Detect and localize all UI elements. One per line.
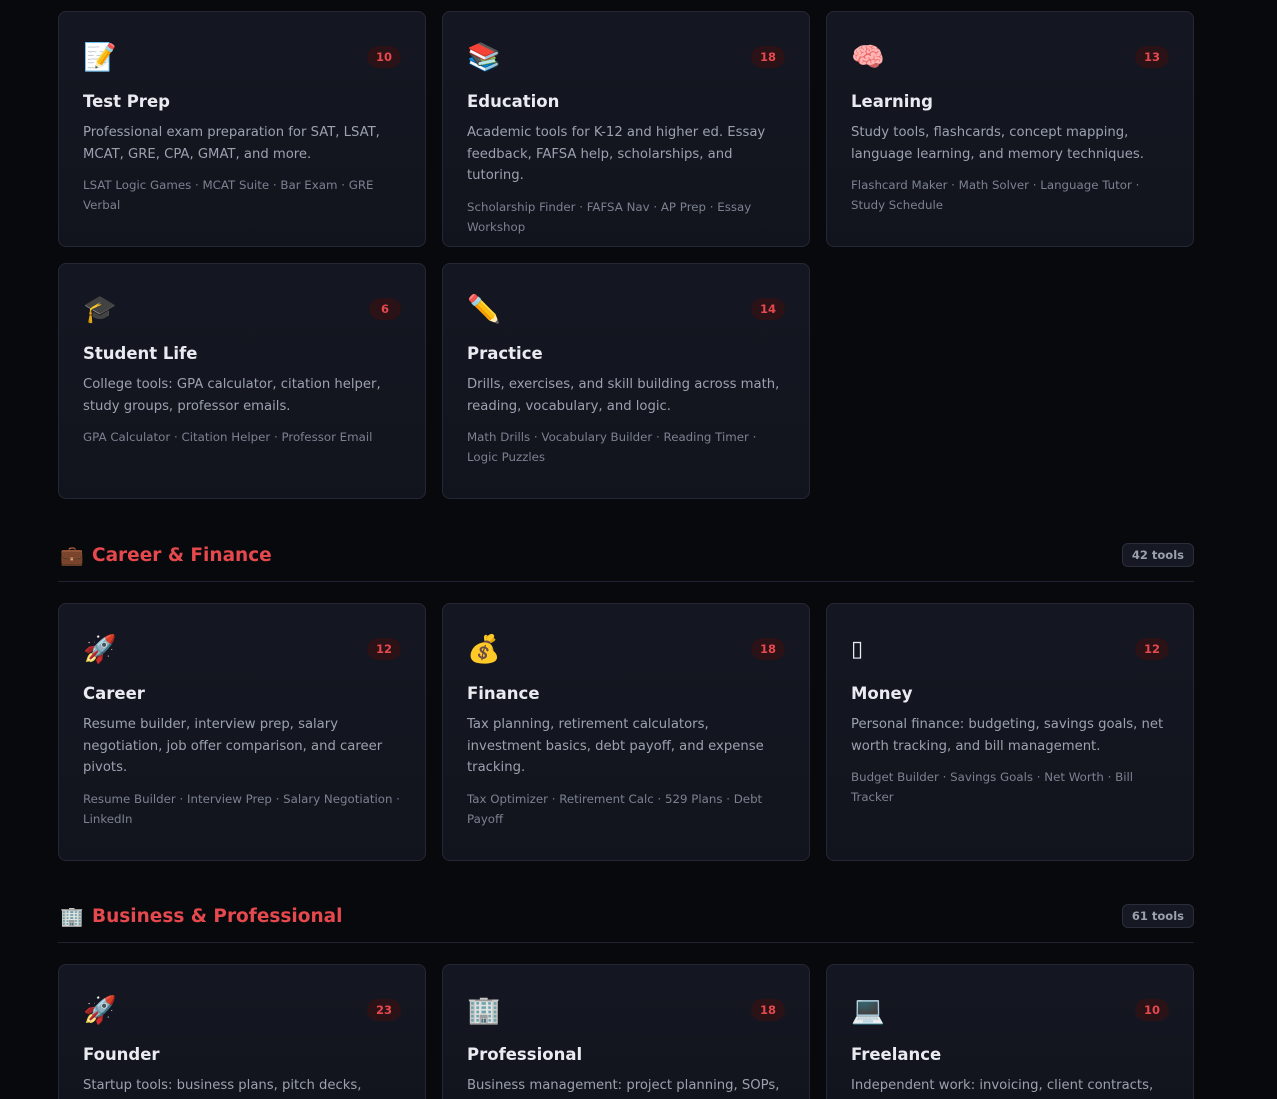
card-description: College tools: GPA calculator, citation … xyxy=(83,377,381,414)
section-tool-count: 42 tools xyxy=(1121,543,1194,567)
office-building-icon: 🏢 xyxy=(60,906,84,928)
card-description: Independent work: invoicing, client cont… xyxy=(851,1078,1154,1093)
section-header-business-professional: 🏢 Business & Professional 61 tools xyxy=(58,903,1194,943)
section-tool-count: 61 tools xyxy=(1121,904,1194,928)
card-description: Resume builder, interview prep, salary n… xyxy=(83,717,383,775)
card-title: Education xyxy=(467,92,560,111)
card-title: Practice xyxy=(467,344,543,363)
card-title: Freelance xyxy=(851,1045,942,1064)
card-title: Founder xyxy=(83,1045,160,1064)
graduation-cap-icon: 🎓 xyxy=(83,294,117,325)
tool-count-badge: 18 xyxy=(750,46,785,68)
brain-icon: 🧠 xyxy=(851,42,885,73)
tool-count-badge: 13 xyxy=(1134,46,1169,68)
card-career[interactable]: 🚀 12 Career Resume builder, interview pr… xyxy=(58,603,426,861)
section-3-grid: 🚀 23 Founder Startup tools: business pla… xyxy=(58,964,1194,1099)
card-description: Academic tools for K-12 and higher ed. E… xyxy=(467,125,766,183)
section-1-grid: 📝 10 Test Prep Professional exam prepara… xyxy=(58,11,1194,499)
tool-count-badge: 12 xyxy=(1134,638,1169,660)
card-description: Startup tools: business plans, pitch dec… xyxy=(83,1078,362,1093)
card-title: Finance xyxy=(467,684,540,703)
card-learning[interactable]: 🧠 13 Learning Study tools, flashcards, c… xyxy=(826,11,1194,247)
card-title: Student Life xyxy=(83,344,198,363)
section-header-career-finance: 💼 Career & Finance 42 tools xyxy=(58,542,1194,582)
card-description: Personal finance: budgeting, savings goa… xyxy=(851,717,1164,754)
card-tool-list: GPA Calculator · Citation Helper · Profe… xyxy=(83,430,373,444)
card-tool-list: Flashcard Maker · Math Solver · Language… xyxy=(851,178,1140,212)
card-description: Professional exam preparation for SAT, L… xyxy=(83,125,380,162)
card-tool-list: LSAT Logic Games · MCAT Suite · Bar Exam… xyxy=(83,178,374,212)
books-icon: 📚 xyxy=(467,42,501,73)
card-title: Test Prep xyxy=(83,92,170,111)
money-bag-icon: 💰 xyxy=(467,634,501,665)
card-student-life[interactable]: 🎓 6 Student Life College tools: GPA calc… xyxy=(58,263,426,499)
tool-count-badge: 18 xyxy=(750,638,785,660)
pencil-icon: ✏️ xyxy=(467,294,501,325)
tool-count-badge: 23 xyxy=(366,999,401,1021)
memo-icon: 📝 xyxy=(83,42,117,73)
rocket-icon: 🚀 xyxy=(83,995,117,1026)
card-freelance[interactable]: 💻 10 Freelance Independent work: invoici… xyxy=(826,964,1194,1099)
section-title: Business & Professional xyxy=(92,906,343,927)
card-tool-list: Budget Builder · Savings Goals · Net Wor… xyxy=(851,770,1134,804)
card-professional[interactable]: 🏢 18 Professional Business management: p… xyxy=(442,964,810,1099)
card-description: Drills, exercises, and skill building ac… xyxy=(467,377,780,414)
section-2-grid: 🚀 12 Career Resume builder, interview pr… xyxy=(58,603,1194,861)
card-title: Learning xyxy=(851,92,933,111)
card-test-prep[interactable]: 📝 10 Test Prep Professional exam prepara… xyxy=(58,11,426,247)
card-practice[interactable]: ✏️ 14 Practice Drills, exercises, and sk… xyxy=(442,263,810,499)
card-money[interactable]: ▯ 12 Money Personal finance: budgeting, … xyxy=(826,603,1194,861)
tool-directory-page: 📝 10 Test Prep Professional exam prepara… xyxy=(0,0,1277,1099)
tool-count-badge: 18 xyxy=(750,999,785,1021)
card-education[interactable]: 📚 18 Education Academic tools for K-12 a… xyxy=(442,11,810,247)
card-finance[interactable]: 💰 18 Finance Tax planning, retirement ca… xyxy=(442,603,810,861)
card-description: Study tools, flashcards, concept mapping… xyxy=(851,125,1144,162)
tool-count-badge: 10 xyxy=(366,46,401,68)
card-title: Career xyxy=(83,684,145,703)
briefcase-icon: 💼 xyxy=(60,545,84,567)
office-building-icon: 🏢 xyxy=(467,995,501,1026)
card-tool-list: Tax Optimizer · Retirement Calc · 529 Pl… xyxy=(467,791,763,826)
card-tool-list: Scholarship Finder · FAFSA Nav · AP Prep… xyxy=(467,199,752,234)
tool-count-badge: 14 xyxy=(750,298,785,320)
card-title: Money xyxy=(851,684,913,703)
tool-count-badge: 6 xyxy=(369,298,401,320)
card-description: Tax planning, retirement calculators, in… xyxy=(467,717,764,775)
rocket-icon: 🚀 xyxy=(83,634,117,665)
card-description: Business management: project planning, S… xyxy=(467,1078,780,1093)
missing-glyph-icon: ▯ xyxy=(851,637,864,662)
card-title: Professional xyxy=(467,1045,583,1064)
card-founder[interactable]: 🚀 23 Founder Startup tools: business pla… xyxy=(58,964,426,1099)
section-title: Career & Finance xyxy=(92,545,272,566)
card-tool-list: Resume Builder · Interview Prep · Salary… xyxy=(83,791,400,826)
laptop-icon: 💻 xyxy=(851,995,885,1026)
tool-count-badge: 10 xyxy=(1134,999,1169,1021)
card-tool-list: Math Drills · Vocabulary Builder · Readi… xyxy=(467,430,757,464)
tool-count-badge: 12 xyxy=(366,638,401,660)
